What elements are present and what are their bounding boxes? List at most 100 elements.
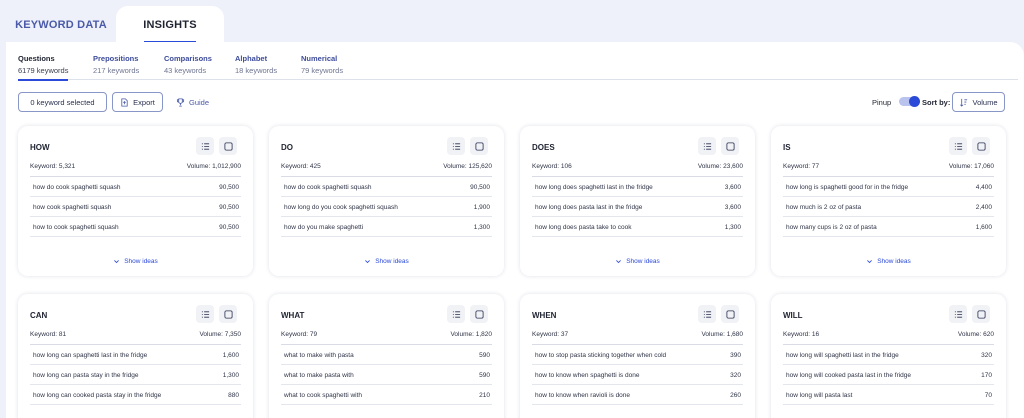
list-view-button[interactable]: [447, 137, 465, 155]
keyword-volume: 590: [479, 352, 490, 359]
keyword-text: how long will spaghetti last in the frid…: [786, 352, 899, 359]
keyword-card-is: IS Keyword: 77 Volume: 17,060 how long i…: [771, 126, 1006, 276]
trophy-icon: [176, 97, 185, 107]
keyword-card-will: WILL Keyword: 16 Volume: 620 how long wi…: [771, 294, 1006, 418]
subtab-title: Alphabet: [235, 54, 268, 63]
keyword-volume: 170: [981, 372, 992, 379]
keyword-row[interactable]: how long can pasta stay in the fridge 1,3…: [30, 365, 241, 385]
subtab-count: 43 keywords: [164, 66, 207, 75]
subtab-alphabet[interactable]: Alphabet 18 keywords: [235, 54, 277, 80]
checkbox-icon: [474, 309, 484, 319]
card-title: WILL: [783, 311, 803, 320]
list-view-button[interactable]: [447, 305, 465, 323]
keyword-text: what to make with pasta: [284, 352, 354, 359]
select-card-checkbox[interactable]: [470, 137, 488, 155]
subtab-count: 79 keywords: [301, 66, 344, 75]
select-card-checkbox[interactable]: [219, 137, 237, 155]
sort-by-button[interactable]: Volume: [952, 92, 1005, 112]
select-card-checkbox[interactable]: [721, 137, 739, 155]
keyword-row[interactable]: how do cook spaghetti squash 90,500: [30, 177, 241, 197]
keyword-row[interactable]: how long does pasta last in the fridge 3,…: [532, 197, 743, 217]
keyword-text: how long does spaghetti last in the frid…: [535, 184, 653, 191]
show-ideas-link[interactable]: Show ideas: [520, 258, 755, 265]
subtab-prepositions[interactable]: Prepositions 217 keywords: [93, 54, 139, 80]
selected-count-box[interactable]: 0 keyword selected: [18, 92, 107, 112]
subtab-numerical[interactable]: Numerical 79 keywords: [301, 54, 343, 80]
list-view-button[interactable]: [196, 305, 214, 323]
keyword-text: how to know when ravioli is done: [535, 392, 631, 399]
volume-total: Volume: 23,600: [697, 163, 743, 170]
list-view-button[interactable]: [196, 137, 214, 155]
keyword-list: how do cook spaghetti squash 90,500 how lo…: [281, 176, 492, 237]
show-ideas-link[interactable]: Show ideas: [18, 258, 253, 265]
keyword-volume: 90,500: [219, 204, 239, 211]
keyword-row[interactable]: how long does spaghetti last in the frid…: [532, 177, 743, 197]
tab-keyword-data[interactable]: KEYWORD DATA: [6, 6, 116, 44]
keyword-row[interactable]: how long does pasta take to cook 1,300: [532, 217, 743, 237]
checkbox-icon: [976, 309, 986, 319]
keyword-list: how long can spaghetti last in the fridg…: [30, 344, 241, 405]
keyword-row[interactable]: what to cook spaghetti with 210: [281, 385, 492, 405]
keyword-volume: 1,300: [724, 224, 741, 231]
select-card-checkbox[interactable]: [972, 137, 990, 155]
checkbox-icon: [223, 141, 233, 151]
select-card-checkbox[interactable]: [721, 305, 739, 323]
keyword-text: how do cook spaghetti squash: [33, 184, 121, 191]
keyword-card-when: WHEN Keyword: 37 Volume: 1,680 how to st…: [520, 294, 755, 418]
export-button[interactable]: Export: [112, 92, 163, 112]
list-icon: [954, 310, 962, 318]
keyword-row[interactable]: how long do you cook spaghetti squash 1,9…: [281, 197, 492, 217]
keyword-volume: 90,500: [219, 224, 239, 231]
card-meta: Keyword: 37 Volume: 1,680: [532, 331, 743, 338]
subtab-comparisons[interactable]: Comparisons 43 keywords: [164, 54, 212, 80]
keyword-row[interactable]: how to stop pasta sticking together when…: [532, 345, 743, 365]
keyword-card-do: DO Keyword: 425 Volume: 125,620 how do c…: [269, 126, 504, 276]
list-view-button[interactable]: [698, 137, 716, 155]
show-ideas-link[interactable]: Show ideas: [269, 258, 504, 265]
keyword-row[interactable]: what to make with pasta 590: [281, 345, 492, 365]
select-card-checkbox[interactable]: [470, 305, 488, 323]
list-view-button[interactable]: [949, 137, 967, 155]
keyword-row[interactable]: what to make pasta with 590: [281, 365, 492, 385]
guide-link[interactable]: Guide: [176, 92, 209, 112]
select-card-checkbox[interactable]: [219, 305, 237, 323]
keyword-row[interactable]: how do cook spaghetti squash 90,500: [281, 177, 492, 197]
card-title: IS: [783, 143, 791, 152]
volume-total: Volume: 125,620: [443, 163, 492, 170]
sort-by-label: Sort by:: [922, 98, 951, 107]
keyword-row[interactable]: how many cups is 2 oz of pasta 1,600: [783, 217, 994, 237]
keyword-row[interactable]: how long will pasta last 70: [783, 385, 994, 405]
pinup-toggle[interactable]: [899, 95, 920, 107]
keyword-row[interactable]: how long will spaghetti last in the frid…: [783, 345, 994, 365]
keyword-count: Keyword: 106: [532, 163, 572, 170]
keyword-volume: 3,600: [724, 184, 741, 191]
keyword-row[interactable]: how to know when ravioli is done 260: [532, 385, 743, 405]
keyword-count: Keyword: 37: [532, 331, 569, 338]
keyword-text: how long does pasta take to cook: [535, 224, 632, 231]
keyword-row[interactable]: how to know when spaghetti is done 320: [532, 365, 743, 385]
keyword-count: Keyword: 16: [783, 331, 820, 338]
keyword-row[interactable]: how do you make spaghetti 1,300: [281, 217, 492, 237]
keyword-text: how to cook spaghetti squash: [33, 224, 119, 231]
insights-panel: Questions 6179 keywords Prepositions 217…: [6, 42, 1024, 418]
keyword-card-can: CAN Keyword: 81 Volume: 7,350 how long c…: [18, 294, 253, 418]
keyword-row[interactable]: how long can spaghetti last in the fridg…: [30, 345, 241, 365]
volume-total: Volume: 1,012,900: [186, 163, 241, 170]
keyword-row[interactable]: how to cook spaghetti squash 90,500: [30, 217, 241, 237]
keyword-row[interactable]: how much is 2 oz of pasta 2,400: [783, 197, 994, 217]
keyword-volume: 1,600: [975, 224, 992, 231]
keyword-text: how do cook spaghetti squash: [284, 184, 372, 191]
card-title: HOW: [30, 143, 50, 152]
keyword-row[interactable]: how long is spaghetti good for in the fr…: [783, 177, 994, 197]
show-ideas-link[interactable]: Show ideas: [771, 258, 1006, 265]
select-card-checkbox[interactable]: [972, 305, 990, 323]
keyword-row[interactable]: how cook spaghetti squash 90,500: [30, 197, 241, 217]
subtab-questions[interactable]: Questions 6179 keywords: [18, 54, 69, 81]
subtab-count: 18 keywords: [235, 66, 278, 75]
tab-insights[interactable]: INSIGHTS: [116, 6, 224, 44]
list-view-button[interactable]: [949, 305, 967, 323]
keyword-row[interactable]: how long can cooked pasta stay in the fr…: [30, 385, 241, 405]
list-view-button[interactable]: [698, 305, 716, 323]
keyword-row[interactable]: how long will cooked pasta last in the f…: [783, 365, 994, 385]
volume-total: Volume: 1,820: [450, 331, 492, 338]
